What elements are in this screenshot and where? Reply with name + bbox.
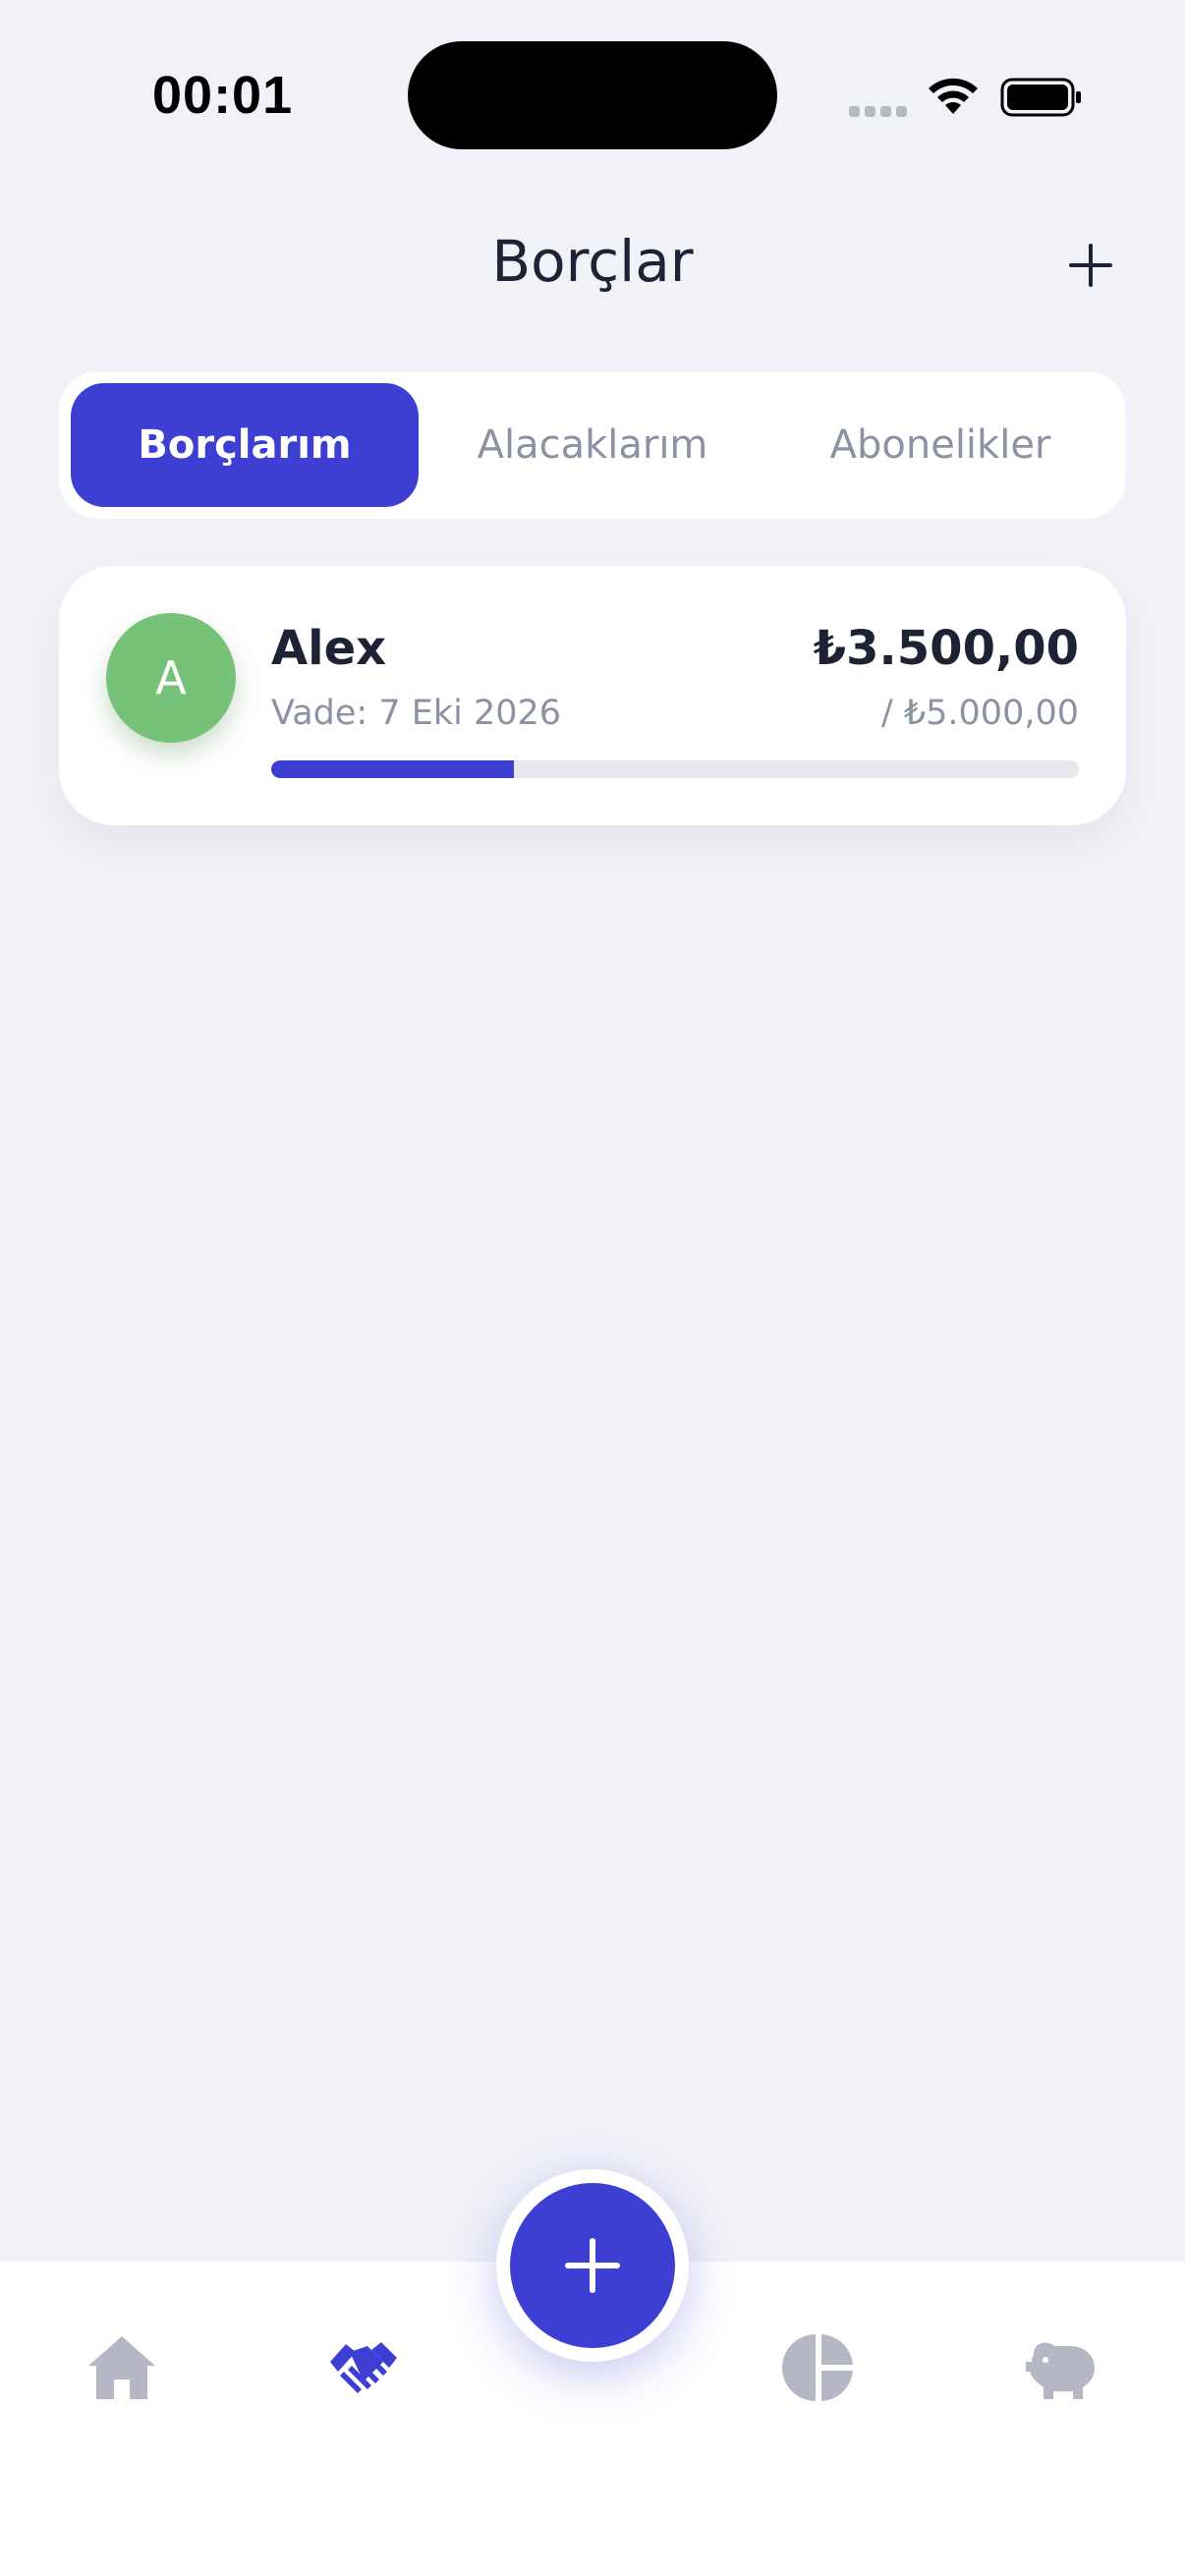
status-time: 00:01 <box>152 66 294 125</box>
nav-debts[interactable] <box>326 2330 401 2405</box>
tab-borclarim[interactable]: Borçlarım <box>71 383 419 507</box>
handshake-icon <box>330 2342 397 2393</box>
dynamic-island <box>408 41 777 149</box>
header: Borçlar <box>0 216 1185 314</box>
debt-progress-fill <box>271 760 514 778</box>
battery-icon <box>1000 78 1081 117</box>
tab-alacaklarim[interactable]: Alacaklarım <box>419 383 766 507</box>
plus-icon <box>1069 244 1112 287</box>
nav-stats[interactable] <box>782 2330 857 2405</box>
debt-due-date: Vade: 7 Eki 2026 <box>271 694 562 733</box>
nav-home[interactable] <box>85 2330 159 2405</box>
debt-amount: ₺3.500,00 <box>813 621 1079 676</box>
nav-savings[interactable] <box>1024 2330 1099 2405</box>
add-fab-button[interactable] <box>510 2183 675 2348</box>
tab-abonelikler[interactable]: Abonelikler <box>766 383 1114 507</box>
piggy-bank-icon <box>1026 2342 1095 2399</box>
page-title: Borçlar <box>491 228 694 295</box>
add-debt-button[interactable] <box>1061 236 1120 295</box>
avatar: A <box>106 613 236 743</box>
segmented-tabs: Borçlarım Alacaklarım Abonelikler <box>59 371 1126 519</box>
status-indicators <box>845 69 1081 124</box>
cellular-signal-icon <box>849 102 912 121</box>
debt-card[interactable]: A Alex Vade: 7 Eki 2026 ₺3.500,00 / ₺5.0… <box>59 566 1126 825</box>
plus-icon <box>565 2238 620 2293</box>
wifi-icon <box>929 78 978 114</box>
status-bar: 00:01 <box>0 0 1185 187</box>
debt-total: / ₺5.000,00 <box>880 694 1079 733</box>
debt-person-name: Alex <box>271 621 387 676</box>
debt-progress-bar <box>271 760 1079 778</box>
home-icon <box>88 2336 155 2399</box>
pie-chart-icon <box>782 2334 853 2401</box>
